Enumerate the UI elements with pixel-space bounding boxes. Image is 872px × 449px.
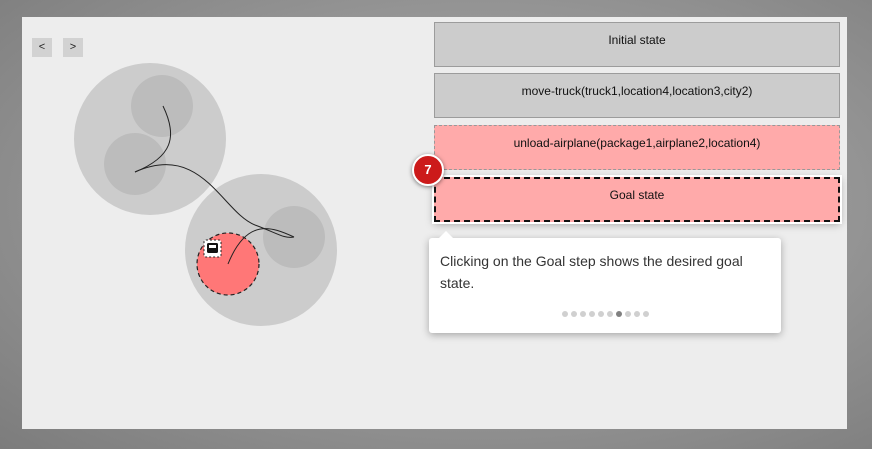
plan-visualization <box>74 63 337 326</box>
tour-dot-7[interactable] <box>615 311 622 317</box>
step-move-truck[interactable]: move-truck(truck1,location4,location3,ci… <box>434 73 840 118</box>
tour-dot-3[interactable] <box>579 311 586 317</box>
tooltip-arrow <box>439 231 453 238</box>
tour-dot-5[interactable] <box>597 311 604 317</box>
truck-icon <box>203 239 222 258</box>
tour-dot-10[interactable] <box>642 311 649 317</box>
tour-progress-dots <box>429 311 781 317</box>
planning-canvas: < > Initial state move-truck(truck1,loca… <box>22 17 847 429</box>
step-initial-state[interactable]: Initial state <box>434 22 840 67</box>
tour-dot-8[interactable] <box>624 311 631 317</box>
tour-dot-6[interactable] <box>606 311 613 317</box>
tour-dot-1[interactable] <box>561 311 568 317</box>
tour-dot-4[interactable] <box>588 311 595 317</box>
tour-dot-9[interactable] <box>633 311 640 317</box>
step-unload-airplane[interactable]: unload-airplane(package1,airplane2,locat… <box>434 125 840 170</box>
tour-tooltip: Clicking on the Goal step shows the desi… <box>429 231 781 333</box>
tour-dot-2[interactable] <box>570 311 577 317</box>
tour-step-badge: 7 <box>412 154 444 186</box>
location-2 <box>104 133 166 195</box>
tooltip-text: Clicking on the Goal step shows the desi… <box>440 253 743 291</box>
location-1 <box>131 75 193 137</box>
step-goal-state[interactable]: Goal state <box>434 177 840 222</box>
